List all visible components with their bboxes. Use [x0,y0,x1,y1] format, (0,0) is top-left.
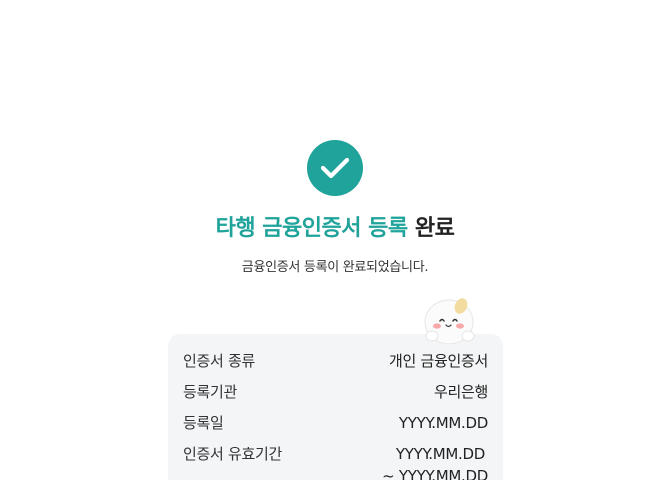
type-value: 개인 금융인증서 [389,352,488,370]
page-title: 타행 금융인증서 등록 완료 [0,210,670,242]
info-row-date: 등록일 YYYY.MM.DD [183,412,488,434]
validity-start: YYYY.MM.DD [395,445,485,463]
validity-value: YYYY.MM.DD ~ YYYY.MM.DD [382,443,488,480]
certificate-info-card: 인증서 종류 개인 금융인증서 등록기관 우리은행 등록일 YYYY.MM.DD… [168,334,503,480]
mascot-character [424,298,475,344]
info-row-bank: 등록기관 우리은행 [183,381,488,403]
validity-label: 인증서 유효기간 [183,445,282,463]
info-row-type: 인증서 종류 개인 금융인증서 [183,350,488,372]
page-subtitle: 금융인증서 등록이 완료되었습니다. [241,260,429,275]
validity-end: ~ YYYY.MM.DD [382,467,488,480]
check-circle-icon [307,140,363,196]
date-value: YYYY.MM.DD [398,414,488,432]
title-suffix: 완료 [414,216,455,241]
info-row-validity: 인증서 유효기간 YYYY.MM.DD ~ YYYY.MM.DD [183,443,488,480]
type-label: 인증서 종류 [183,352,255,370]
date-label: 등록일 [183,414,224,432]
check-icon [320,157,350,179]
bank-value: 우리은행 [433,383,488,401]
registration-complete-page: 타행 금융인증서 등록 완료 금융인증서 등록이 완료되었습니다. 인증서 종류… [0,0,670,480]
title-highlight: 타행 금융인증서 등록 [215,216,408,241]
bank-label: 등록기관 [183,383,238,401]
